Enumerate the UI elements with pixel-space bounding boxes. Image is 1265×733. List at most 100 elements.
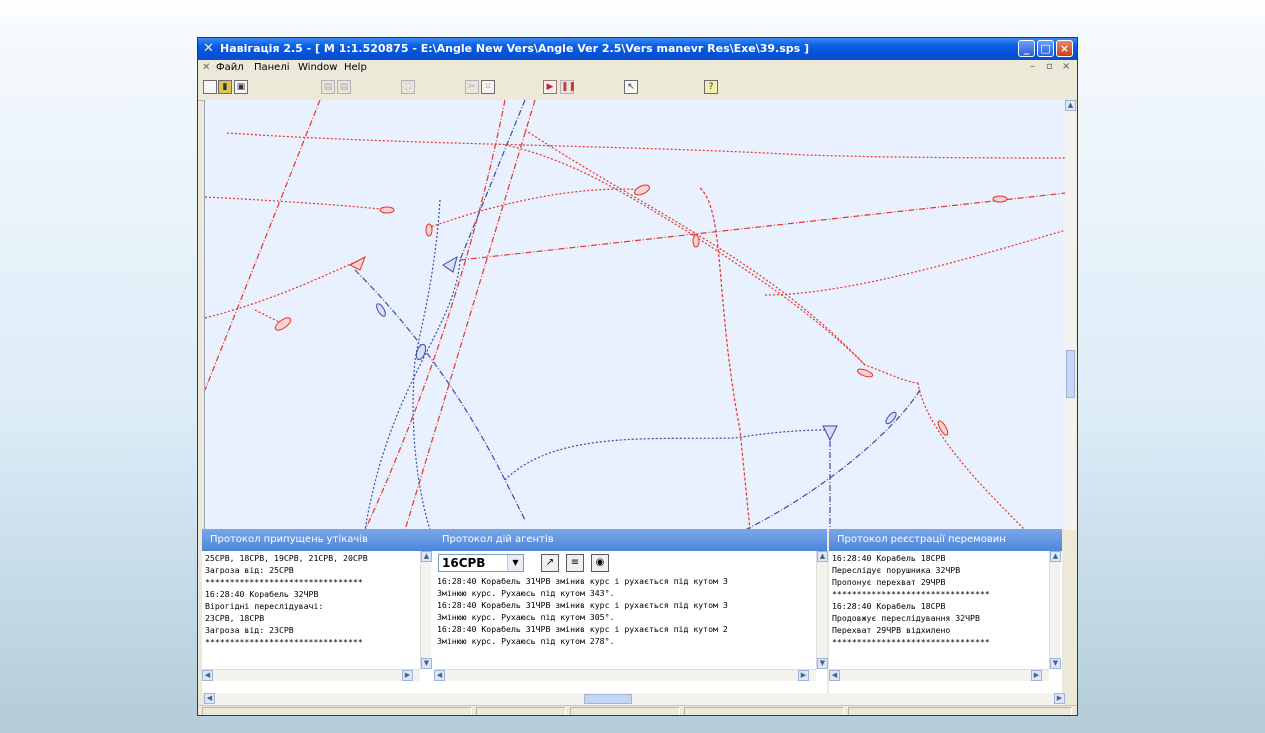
panel-title: Протокол припущень утікачів — [202, 529, 434, 551]
chevron-down-icon[interactable]: ▼ — [507, 555, 523, 571]
red-ship-marker[interactable] — [692, 234, 700, 248]
red-ship-marker[interactable] — [379, 206, 395, 214]
blue-ship-marker[interactable] — [415, 343, 428, 361]
blue-track — [459, 99, 526, 261]
help-icon[interactable]: ? — [704, 80, 718, 94]
red-track — [204, 99, 321, 391]
scroll-thumb[interactable] — [1066, 350, 1075, 398]
red-track — [427, 188, 646, 229]
scroll-up-icon[interactable]: ▲ — [421, 551, 432, 562]
agent-toolbar: 16СРВ ▼ ↗ ≡ ◉ — [438, 554, 822, 574]
scroll-up-icon[interactable]: ▲ — [1065, 100, 1076, 111]
list-icon[interactable]: ≡ — [566, 554, 584, 572]
mdi-close-button[interactable]: × — [1062, 61, 1070, 72]
blue-ship-marker[interactable] — [442, 255, 458, 273]
scroll-thumb[interactable] — [584, 694, 632, 704]
open-file-icon[interactable]: ▮ — [218, 80, 232, 94]
blue-ship-marker[interactable] — [884, 411, 898, 426]
new-file-icon[interactable] — [203, 80, 217, 94]
scroll-left-icon[interactable]: ◀ — [434, 670, 445, 681]
blue-ship-marker[interactable] — [822, 425, 838, 442]
map-vertical-scrollbar[interactable]: ▲ — [1065, 100, 1076, 530]
red-track — [459, 192, 1067, 261]
mdi-restore-button[interactable]: ▫ — [1046, 61, 1053, 72]
escape-log: 25СРВ, 18СРВ, 19СРВ, 21СРВ, 20СРВ Загроз… — [205, 553, 368, 647]
status-pane — [848, 707, 1072, 715]
paste-icon[interactable]: ▤ — [337, 80, 351, 94]
title-bar[interactable]: ✕ Навігація 2.5 - [ M 1:1.520875 - E:\An… — [198, 38, 1077, 60]
scroll-down-icon[interactable]: ▼ — [1050, 658, 1061, 669]
eye-icon[interactable]: ◉ — [591, 554, 609, 572]
red-track — [204, 196, 391, 211]
status-bar — [198, 705, 1077, 715]
scroll-left-icon[interactable]: ◀ — [829, 670, 840, 681]
menu-help[interactable]: Help — [344, 62, 367, 73]
scissors-icon[interactable]: ✂ — [465, 80, 479, 94]
save-icon[interactable]: ▣ — [234, 80, 248, 94]
copy-icon[interactable]: ▤ — [321, 80, 335, 94]
maximize-button[interactable]: □ — [1037, 40, 1054, 57]
red-ship-marker[interactable] — [348, 255, 366, 271]
menu-window[interactable]: Window — [298, 62, 337, 73]
close-button[interactable]: × — [1056, 40, 1073, 57]
agents-log: 16:28:40 Корабель 31ЧРВ змінив курс і ру… — [437, 576, 728, 646]
navigation-map[interactable] — [204, 99, 1067, 531]
scroll-right-icon[interactable]: ▶ — [1031, 670, 1042, 681]
scroll-right-icon[interactable]: ▶ — [1054, 693, 1065, 704]
red-ship-marker[interactable] — [856, 367, 874, 378]
registration-protocol-panel: Протокол реєстрації перемовин 16:28:40 К… — [829, 529, 1062, 693]
panel-vertical-scrollbar[interactable]: ▲ ▼ — [1049, 551, 1061, 669]
blue-ship-marker[interactable] — [375, 302, 387, 317]
red-track — [204, 259, 361, 319]
red-track — [699, 187, 751, 531]
pointer-icon[interactable]: ↖ — [624, 80, 638, 94]
menu-panels[interactable]: Панелі — [254, 62, 290, 73]
red-track — [917, 382, 1026, 531]
red-ship-marker[interactable] — [273, 316, 292, 333]
scroll-left-icon[interactable]: ◀ — [202, 670, 213, 681]
red-track — [364, 99, 506, 531]
blue-track — [744, 389, 921, 531]
escape-protocol-panel: Протокол припущень утікачів 25СРВ, 18СРВ… — [202, 529, 434, 693]
red-ship-marker[interactable] — [936, 420, 949, 437]
pause-icon[interactable]: ❚❚ — [560, 80, 576, 94]
red-track — [404, 99, 536, 531]
fit-icon[interactable]: ⛶ — [401, 80, 415, 94]
export-icon[interactable]: ↗ — [541, 554, 559, 572]
scroll-up-icon[interactable]: ▲ — [1050, 551, 1061, 562]
red-track — [524, 129, 866, 366]
status-pane — [476, 707, 566, 715]
agent-select-value: 16СРВ — [442, 556, 486, 570]
minimize-button[interactable]: _ — [1018, 40, 1035, 57]
panel-title: Протокол дій агентів — [434, 529, 827, 551]
registration-log: 16:28:40 Корабель 18СРВ Переслідує поруш… — [832, 553, 990, 647]
panel-vertical-scrollbar[interactable]: ▲ ▼ — [816, 551, 828, 669]
scroll-up-icon[interactable]: ▲ — [817, 551, 828, 562]
scroll-left-icon[interactable]: ◀ — [204, 693, 215, 704]
toolbar: ▮ ▣ ▤ ▤ ⛶ ✂ ⁙ ▶ ❚❚ ↖ ? — [198, 76, 1077, 101]
chart-icon[interactable]: ⁙ — [481, 80, 495, 94]
status-pane — [202, 707, 472, 715]
scroll-down-icon[interactable]: ▼ — [817, 658, 828, 669]
app-menu-icon[interactable]: ✕ — [202, 62, 210, 73]
app-window: ✕ Навігація 2.5 - [ M 1:1.520875 - E:\An… — [197, 37, 1078, 716]
scroll-right-icon[interactable]: ▶ — [798, 670, 809, 681]
status-pane — [570, 707, 680, 715]
scroll-down-icon[interactable]: ▼ — [421, 658, 432, 669]
agent-select[interactable]: 16СРВ ▼ — [438, 554, 524, 572]
play-icon[interactable]: ▶ — [543, 80, 557, 94]
red-ship-marker[interactable] — [425, 223, 433, 237]
menu-file[interactable]: Файл — [216, 62, 244, 73]
status-pane — [684, 707, 844, 715]
panel-horizontal-scrollbar[interactable]: ◀ ▶ — [434, 669, 816, 681]
map-canvas — [204, 99, 1067, 531]
panel-vertical-scrollbar[interactable]: ▲ ▼ — [420, 551, 432, 669]
red-ship-marker[interactable] — [633, 183, 651, 197]
scroll-right-icon[interactable]: ▶ — [402, 670, 413, 681]
red-ship-marker[interactable] — [992, 195, 1008, 203]
mdi-minimize-button[interactable]: – — [1030, 61, 1035, 72]
red-track — [504, 144, 919, 384]
panel-horizontal-scrollbar[interactable]: ◀ ▶ — [829, 669, 1049, 681]
panel-horizontal-scrollbar[interactable]: ◀ ▶ — [202, 669, 420, 681]
map-horizontal-scrollbar[interactable]: ◀ ▶ — [204, 693, 1065, 705]
